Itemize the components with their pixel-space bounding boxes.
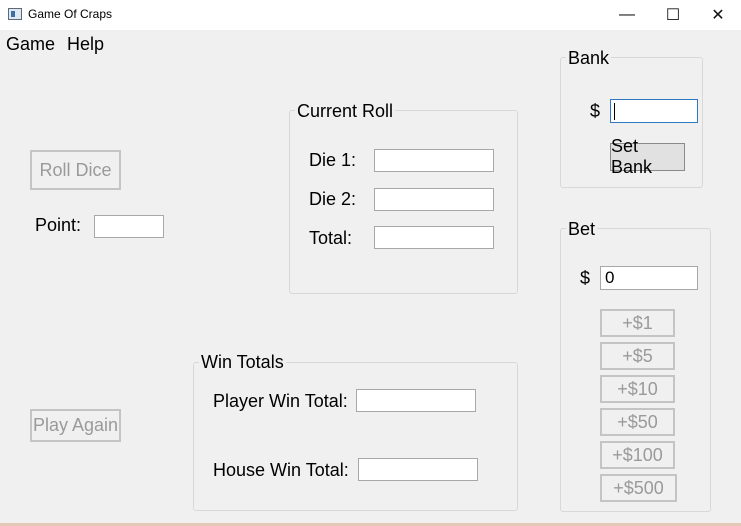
play-again-button[interactable]: Play Again bbox=[30, 409, 121, 442]
menu-help[interactable]: Help bbox=[67, 34, 104, 55]
player-win-field[interactable] bbox=[356, 389, 476, 412]
die2-label: Die 2: bbox=[309, 189, 357, 209]
title-bar: Game Of Craps — ☐ ✕ bbox=[0, 0, 741, 30]
die2-field[interactable] bbox=[374, 188, 494, 211]
point-label: Point: bbox=[35, 215, 82, 235]
die1-label: Die 1: bbox=[309, 150, 357, 170]
set-bank-button[interactable]: Set Bank bbox=[610, 136, 685, 177]
player-win-label: Player Win Total: bbox=[213, 391, 348, 411]
win-totals-group bbox=[193, 362, 518, 511]
add-5-button[interactable]: +$5 bbox=[600, 342, 675, 370]
bet-title: Bet bbox=[566, 219, 598, 239]
add-50-button[interactable]: +$50 bbox=[600, 408, 675, 436]
add-1-button[interactable]: +$1 bbox=[600, 309, 675, 337]
current-roll-title: Current Roll bbox=[295, 101, 396, 121]
bank-title: Bank bbox=[566, 48, 612, 68]
bank-currency-label: $ bbox=[590, 101, 601, 121]
total-label: Total: bbox=[309, 228, 353, 248]
die1-field[interactable] bbox=[374, 149, 494, 172]
text-caret bbox=[614, 103, 615, 120]
menu-game[interactable]: Game bbox=[6, 34, 55, 55]
minimize-button[interactable]: — bbox=[604, 0, 650, 30]
roll-dice-button[interactable]: Roll Dice bbox=[30, 150, 121, 190]
add-100-button[interactable]: +$100 bbox=[600, 441, 675, 469]
maximize-button[interactable]: ☐ bbox=[650, 0, 696, 30]
house-win-label: House Win Total: bbox=[213, 460, 349, 480]
win-totals-title: Win Totals bbox=[199, 352, 286, 372]
menu-bar: Game Help bbox=[0, 30, 741, 58]
add-10-button[interactable]: +$10 bbox=[600, 375, 675, 403]
bet-amount-field[interactable]: 0 bbox=[600, 266, 698, 290]
bank-amount-input[interactable] bbox=[610, 99, 698, 123]
app-icon bbox=[8, 8, 22, 20]
close-button[interactable]: ✕ bbox=[695, 0, 741, 30]
total-field[interactable] bbox=[374, 226, 494, 249]
window-title: Game Of Craps bbox=[28, 7, 113, 21]
add-500-button[interactable]: +$500 bbox=[600, 474, 677, 502]
bet-currency-label: $ bbox=[580, 268, 591, 288]
house-win-field[interactable] bbox=[358, 458, 478, 481]
point-field[interactable] bbox=[94, 215, 164, 238]
